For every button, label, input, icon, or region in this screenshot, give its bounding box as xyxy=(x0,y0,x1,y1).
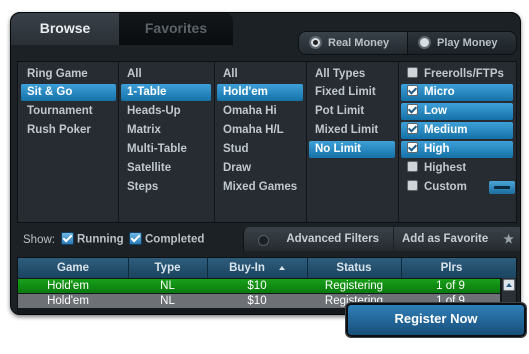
tab-browse[interactable]: Browse xyxy=(11,13,119,45)
filter-variant-all[interactable]: All xyxy=(217,66,303,83)
radio-icon xyxy=(418,35,431,49)
real-money-label: Real Money xyxy=(328,37,390,49)
filter-variant-stud[interactable]: Stud xyxy=(217,141,303,158)
advanced-filters-label: Advanced Filters xyxy=(286,233,379,245)
wrench-icon[interactable] xyxy=(489,181,515,194)
filter-limit-mixed[interactable]: Mixed Limit xyxy=(309,122,395,139)
cell-type: NL xyxy=(160,295,175,307)
stakes-label: Medium xyxy=(424,124,468,136)
sort-ascending-icon xyxy=(278,265,285,270)
category-column: Ring Game Sit & Go Tournament Rush Poker xyxy=(18,62,119,222)
lobby-panel: Browse Favorites Real Money Play Money R… xyxy=(10,12,521,315)
cell-buyin: $10 xyxy=(247,295,267,307)
add-favorite-button[interactable]: Add as Favorite ★ xyxy=(394,227,520,251)
filter-variant-mixed-games[interactable]: Mixed Games xyxy=(217,179,303,196)
advanced-filters-button[interactable]: Advanced Filters xyxy=(243,227,393,251)
cell-type: NL xyxy=(160,280,175,292)
filter-stakes-low[interactable]: Low xyxy=(401,103,513,120)
show-completed-label: Completed xyxy=(145,233,205,246)
cell-game: Hold'em xyxy=(47,295,89,307)
checkbox-checked-icon xyxy=(407,85,418,97)
limit-column: All Types Fixed Limit Pot Limit Mixed Li… xyxy=(306,62,399,222)
stakes-label: High xyxy=(424,143,450,155)
checkbox-checked-icon xyxy=(407,104,418,116)
cell-status: Registering xyxy=(324,280,384,292)
filter-limit-fixed[interactable]: Fixed Limit xyxy=(309,84,395,101)
column-header-buyin[interactable]: Buy-In xyxy=(207,258,308,278)
show-running-checkbox[interactable]: Running xyxy=(61,232,124,246)
star-plus-icon: ★ xyxy=(503,232,514,246)
show-label: Show: xyxy=(23,234,55,246)
stakes-label: Freerolls/FTPs xyxy=(424,68,504,80)
filter-size-1-table[interactable]: 1-Table xyxy=(121,84,211,101)
filter-sit-and-go[interactable]: Sit & Go xyxy=(21,84,116,101)
register-now-button[interactable]: Register Now xyxy=(346,303,526,337)
variant-column: All Hold'em Omaha Hi Omaha H/L Stud Draw… xyxy=(214,62,307,222)
checkbox-icon xyxy=(407,67,418,79)
real-money-toggle[interactable]: Real Money xyxy=(298,31,408,55)
checkbox-checked-icon xyxy=(129,232,142,245)
filter-size-multi-table[interactable]: Multi-Table xyxy=(121,141,211,158)
column-header-players[interactable]: Plrs xyxy=(401,258,502,278)
filter-size-steps[interactable]: Steps xyxy=(121,179,211,196)
scroll-up-icon[interactable] xyxy=(503,279,515,291)
add-favorite-label: Add as Favorite xyxy=(402,233,489,245)
filter-stakes-medium[interactable]: Medium xyxy=(401,122,513,139)
filter-size-satellite[interactable]: Satellite xyxy=(121,160,211,177)
filter-limit-no-limit[interactable]: No Limit xyxy=(309,141,395,158)
checkbox-icon xyxy=(407,161,418,173)
column-header-status[interactable]: Status xyxy=(307,258,402,278)
cell-players: 1 of 9 xyxy=(436,280,465,292)
stakes-label: Low xyxy=(424,105,447,117)
stakes-label: Custom xyxy=(424,181,467,193)
filter-size-all[interactable]: All xyxy=(121,66,211,83)
filter-limit-all[interactable]: All Types xyxy=(309,66,395,83)
game-list-header: Game Type Buy-In Status Plrs xyxy=(18,258,516,278)
filter-stakes-highest[interactable]: Highest xyxy=(401,160,513,177)
show-running-label: Running xyxy=(77,233,124,246)
tab-favorites[interactable]: Favorites xyxy=(119,13,233,45)
table-row[interactable]: Hold'em NL $10 Registering 1 of 9 xyxy=(18,279,500,293)
show-completed-checkbox[interactable]: Completed xyxy=(129,232,205,246)
toggle-dot-icon xyxy=(258,235,269,246)
filter-stakes-freerolls[interactable]: Freerolls/FTPs xyxy=(401,66,513,83)
filter-variant-holdem[interactable]: Hold'em xyxy=(217,84,303,101)
table-size-column: All 1-Table Heads-Up Matrix Multi-Table … xyxy=(118,62,215,222)
column-header-game[interactable]: Game xyxy=(18,258,129,278)
filter-variant-omaha-hi[interactable]: Omaha Hi xyxy=(217,103,303,120)
filter-variant-omaha-hl[interactable]: Omaha H/L xyxy=(217,122,303,139)
stakes-label: Micro xyxy=(424,86,455,98)
radio-selected-icon xyxy=(309,35,322,49)
filter-rush-poker[interactable]: Rush Poker xyxy=(21,122,116,139)
filter-limit-pot[interactable]: Pot Limit xyxy=(309,103,395,120)
show-bar: Show: Running Completed Advanced Filters… xyxy=(11,227,520,253)
filter-variant-draw[interactable]: Draw xyxy=(217,160,303,177)
checkbox-checked-icon xyxy=(407,142,418,154)
column-header-type[interactable]: Type xyxy=(128,258,208,278)
cell-game: Hold'em xyxy=(47,280,89,292)
stakes-label: Highest xyxy=(424,162,467,174)
checkbox-checked-icon xyxy=(61,232,74,245)
filter-ring-game[interactable]: Ring Game xyxy=(21,66,116,83)
play-money-label: Play Money xyxy=(437,37,498,49)
buyin-header-label: Buy-In xyxy=(229,262,265,274)
filter-panel: Ring Game Sit & Go Tournament Rush Poker… xyxy=(17,61,517,223)
checkbox-checked-icon xyxy=(407,123,418,135)
filter-stakes-custom[interactable]: Custom xyxy=(401,179,515,196)
play-money-toggle[interactable]: Play Money xyxy=(407,31,517,55)
filter-stakes-high[interactable]: High xyxy=(401,141,513,158)
checkbox-icon xyxy=(407,180,418,192)
filter-size-heads-up[interactable]: Heads-Up xyxy=(121,103,211,120)
filter-stakes-micro[interactable]: Micro xyxy=(401,84,513,101)
stakes-column: Freerolls/FTPs Micro Low Medium High Hig… xyxy=(398,62,516,222)
filter-size-matrix[interactable]: Matrix xyxy=(121,122,211,139)
cell-buyin: $10 xyxy=(247,280,267,292)
filter-tournament[interactable]: Tournament xyxy=(21,103,116,120)
